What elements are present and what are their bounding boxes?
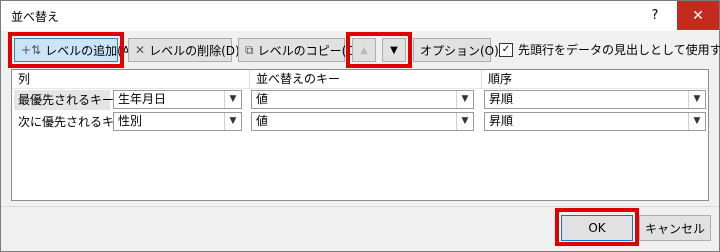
header-row-checkbox-label: 先頭行をデータの見出しとして使用する(H) [518,43,720,57]
footer-divider [1,206,719,207]
order-select-value: 昇順 [489,92,514,106]
cancel-button[interactable]: キャンセル [639,215,711,241]
header-row-option[interactable]: ✓ 先頭行をデータの見出しとして使用する(H) [499,41,720,58]
delete-level-button[interactable]: ✕ レベルの削除(D) [128,38,240,62]
title-bar: 並べ替え ? ✕ [1,1,719,31]
sort-on-header: 並べ替えのキー [250,70,482,88]
order-select-secondary[interactable]: 昇順 ▼ [484,112,706,131]
chevron-down-icon[interactable]: ▼ [688,91,705,108]
sort-levels-grid: 列 並べ替えのキー 順序 最優先されるキー 生年月日 ▼ 値 ▼ 昇順 ▼ 次に… [11,69,709,201]
column-select-value: 生年月日 [118,92,167,106]
copy-level-icon: ⧉ [245,42,254,57]
help-button[interactable]: ? [633,1,677,30]
copy-level-label: レベルのコピー(C) [257,43,360,58]
dialog-title: 並べ替え [11,10,60,24]
column-header: 列 [12,70,250,88]
sort-level-label-primary[interactable]: 最優先されるキー [14,90,114,110]
sort-dialog: 並べ替え ? ✕ +⇅ レベルの追加(A) ✕ レベルの削除(D) ⧉ レベルの… [0,0,720,252]
sort-on-select-primary[interactable]: 値 ▼ [251,90,474,109]
chevron-down-icon[interactable]: ▼ [456,91,473,108]
chevron-down-icon[interactable]: ▼ [224,91,241,108]
header-divider [12,88,708,89]
order-select-primary[interactable]: 昇順 ▼ [484,90,706,109]
delete-level-icon: ✕ [135,43,146,57]
options-button[interactable]: オプション(O)... [413,38,510,62]
header-row-checkbox[interactable]: ✓ [499,42,513,57]
column-select-secondary[interactable]: 性別 ▼ [113,112,242,131]
sort-on-select-value: 値 [256,114,269,128]
highlight-add-level [8,32,124,68]
chevron-down-icon[interactable]: ▼ [224,113,241,130]
order-select-value: 昇順 [489,114,514,128]
chevron-down-icon[interactable]: ▼ [456,113,473,130]
sort-on-select-secondary[interactable]: 値 ▼ [251,112,474,131]
highlight-move-buttons [346,32,412,68]
copy-level-button[interactable]: ⧉ レベルのコピー(C) [238,38,359,62]
sort-level-label-secondary[interactable]: 次に優先されるキー [14,112,126,132]
chevron-down-icon[interactable]: ▼ [688,113,705,130]
close-button[interactable]: ✕ [677,1,719,30]
order-header: 順序 [488,72,513,86]
delete-level-label: レベルの削除(D) [149,43,240,58]
column-select-value: 性別 [118,114,143,128]
sort-on-select-value: 値 [256,92,269,106]
highlight-ok [555,208,639,246]
column-select-primary[interactable]: 生年月日 ▼ [113,90,242,109]
